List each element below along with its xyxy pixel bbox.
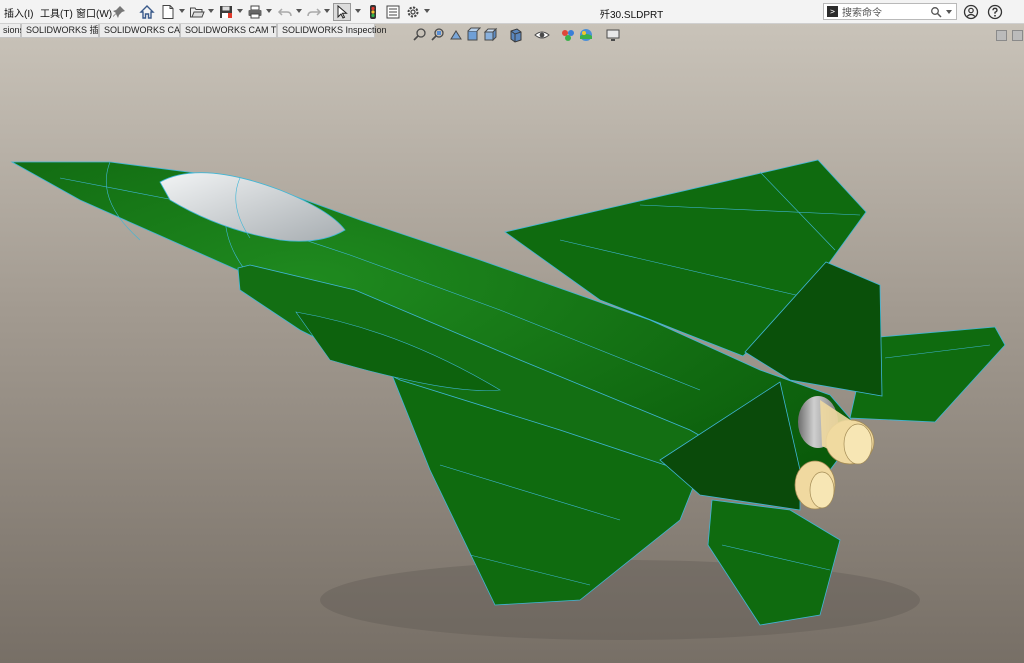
tab-solidworks-cam-tbm[interactable]: SOLIDWORKS CAM TBM: [180, 24, 290, 38]
undo-dropdown-icon[interactable]: [296, 9, 302, 13]
print-dropdown-icon[interactable]: [266, 9, 272, 13]
home-icon[interactable]: [138, 3, 156, 21]
section-view-icon[interactable]: [465, 27, 482, 43]
document-title: 歼30.SLDPRT: [600, 10, 664, 21]
search-dropdown-icon[interactable]: [946, 10, 952, 14]
save-dropdown-icon[interactable]: [237, 9, 243, 13]
redo-icon[interactable]: [305, 3, 323, 21]
display-settings-icon[interactable]: [605, 27, 621, 43]
pin-icon[interactable]: [110, 3, 128, 21]
viewport-restore-icon[interactable]: [996, 30, 1007, 41]
tab-solidworks-cam[interactable]: SOLIDWORKS CAM: [99, 24, 188, 38]
traffic-light-icon[interactable]: [364, 3, 382, 21]
gear-dropdown-icon[interactable]: [424, 9, 430, 13]
search-box[interactable]: >: [823, 3, 957, 20]
display-style-icon[interactable]: [508, 27, 524, 43]
select-arrow-icon[interactable]: [333, 3, 351, 21]
print-icon[interactable]: [246, 3, 264, 21]
zoom-to-fit-icon[interactable]: [412, 27, 428, 43]
menu-insert[interactable]: 插入(I): [4, 5, 33, 20]
save-icon[interactable]: [217, 3, 235, 21]
tab-solidworks-inspection[interactable]: SOLIDWORKS Inspection: [277, 24, 387, 38]
help-icon[interactable]: [986, 3, 1004, 21]
select-dropdown-icon[interactable]: [355, 9, 361, 13]
scene-icon[interactable]: [578, 27, 594, 43]
menu-tools[interactable]: 工具(T): [40, 5, 73, 20]
viewport-maximize-icon[interactable]: [1012, 30, 1023, 41]
redo-dropdown-icon[interactable]: [324, 9, 330, 13]
menu-toolbar: 插入(I) 工具(T) 窗口(W) 歼30.SLDPRT > 搜索命令: [0, 0, 1024, 24]
hide-show-icon[interactable]: [534, 27, 550, 43]
tab-solidworks-addins[interactable]: SOLIDWORKS 插件: [21, 24, 108, 38]
open-folder-icon[interactable]: [188, 3, 206, 21]
command-prompt-icon: >: [827, 6, 838, 17]
user-icon[interactable]: [962, 3, 980, 21]
search-input[interactable]: [842, 6, 934, 17]
options-list-icon[interactable]: [384, 3, 402, 21]
new-document-dropdown-icon[interactable]: [179, 9, 185, 13]
menu-window[interactable]: 窗口(W): [76, 5, 112, 20]
graphics-viewport[interactable]: [0, 24, 1024, 663]
zoom-area-icon[interactable]: [430, 27, 446, 43]
gear-icon[interactable]: [404, 3, 422, 21]
tab-extensions[interactable]: sions: [0, 24, 24, 38]
appearance-icon[interactable]: [560, 27, 576, 43]
open-dropdown-icon[interactable]: [208, 9, 214, 13]
previous-view-icon[interactable]: [448, 27, 464, 43]
jet-model[interactable]: [0, 24, 1024, 663]
search-icon[interactable]: [930, 6, 942, 18]
view-orientation-icon[interactable]: [482, 27, 498, 43]
undo-icon[interactable]: [276, 3, 294, 21]
new-document-icon[interactable]: [159, 3, 177, 21]
